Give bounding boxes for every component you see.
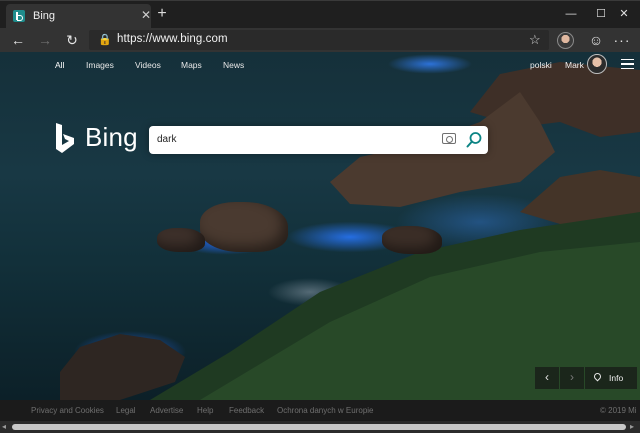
browser-toolbar: ← → ↻ 🔒 https://www.bing.com ☆ ☺ ··· [0, 28, 640, 52]
info-label: Info [609, 373, 624, 383]
forward-button[interactable]: → [35, 30, 55, 50]
tab-title: Bing [33, 10, 56, 22]
back-button[interactable]: ← [8, 30, 28, 50]
copyright-text: © 2019 Mi [600, 406, 637, 415]
bing-b-icon [56, 123, 74, 153]
rock-small [157, 228, 205, 252]
search-box[interactable]: dark [149, 126, 488, 154]
tab-close-icon[interactable]: ✕ [141, 8, 151, 22]
previous-image-button[interactable]: ‹ [535, 367, 559, 389]
url-text[interactable]: https://www.bing.com [117, 33, 228, 45]
footer-link-advertise[interactable]: Advertise [150, 406, 183, 415]
address-bar[interactable]: 🔒 https://www.bing.com ☆ [89, 30, 549, 50]
rocks-left-bottom [60, 334, 185, 400]
image-info-button[interactable]: Info [585, 367, 637, 389]
nav-news[interactable]: News [223, 60, 244, 70]
nav-maps[interactable]: Maps [181, 60, 202, 70]
horizontal-scrollbar[interactable]: ◂ ▸ [0, 421, 640, 433]
bing-favicon-icon [13, 10, 25, 22]
rock-far [382, 226, 442, 254]
background-image [60, 62, 640, 400]
nav-all[interactable]: All [55, 60, 64, 70]
footer-link-legal[interactable]: Legal [116, 406, 136, 415]
browser-tab[interactable]: Bing ✕ [6, 4, 151, 29]
close-window-button[interactable]: ✕ [608, 1, 640, 29]
footer-link-data-protection[interactable]: Ochrona danych w Europie [277, 406, 374, 415]
search-icon[interactable] [465, 131, 483, 149]
nav-videos[interactable]: Videos [135, 60, 161, 70]
scroll-left-arrow-icon[interactable]: ◂ [2, 422, 6, 431]
rock-island [200, 202, 288, 252]
bing-homepage: All Images Videos Maps News polski Mark … [0, 52, 640, 400]
footer-link-feedback[interactable]: Feedback [229, 406, 264, 415]
language-link[interactable]: polski [530, 60, 552, 70]
user-avatar[interactable] [587, 54, 607, 74]
favorite-star-icon[interactable]: ☆ [529, 32, 541, 48]
search-input[interactable]: dark [157, 134, 176, 145]
new-tab-button[interactable]: + [154, 6, 170, 22]
hamburger-menu-icon[interactable] [621, 59, 634, 69]
feedback-smiley-icon[interactable]: ☺ [586, 30, 606, 50]
bing-wordmark: Bing [85, 122, 138, 152]
next-image-button[interactable]: › [560, 367, 584, 389]
camera-icon[interactable] [442, 133, 456, 144]
lock-icon: 🔒 [98, 34, 112, 46]
profile-avatar[interactable] [557, 32, 574, 49]
page-footer: Privacy and Cookies Legal Advertise Help… [0, 400, 640, 421]
user-name[interactable]: Mark [565, 60, 584, 70]
footer-link-privacy[interactable]: Privacy and Cookies [31, 406, 104, 415]
title-bar: Bing ✕ + — ☐ ✕ [0, 0, 640, 29]
scroll-thumb[interactable] [12, 424, 626, 430]
location-pin-icon [592, 371, 603, 382]
scroll-right-arrow-icon[interactable]: ▸ [630, 422, 634, 431]
nav-images[interactable]: Images [86, 60, 114, 70]
more-menu-button[interactable]: ··· [612, 30, 632, 50]
refresh-button[interactable]: ↻ [62, 30, 82, 50]
footer-link-help[interactable]: Help [197, 406, 213, 415]
